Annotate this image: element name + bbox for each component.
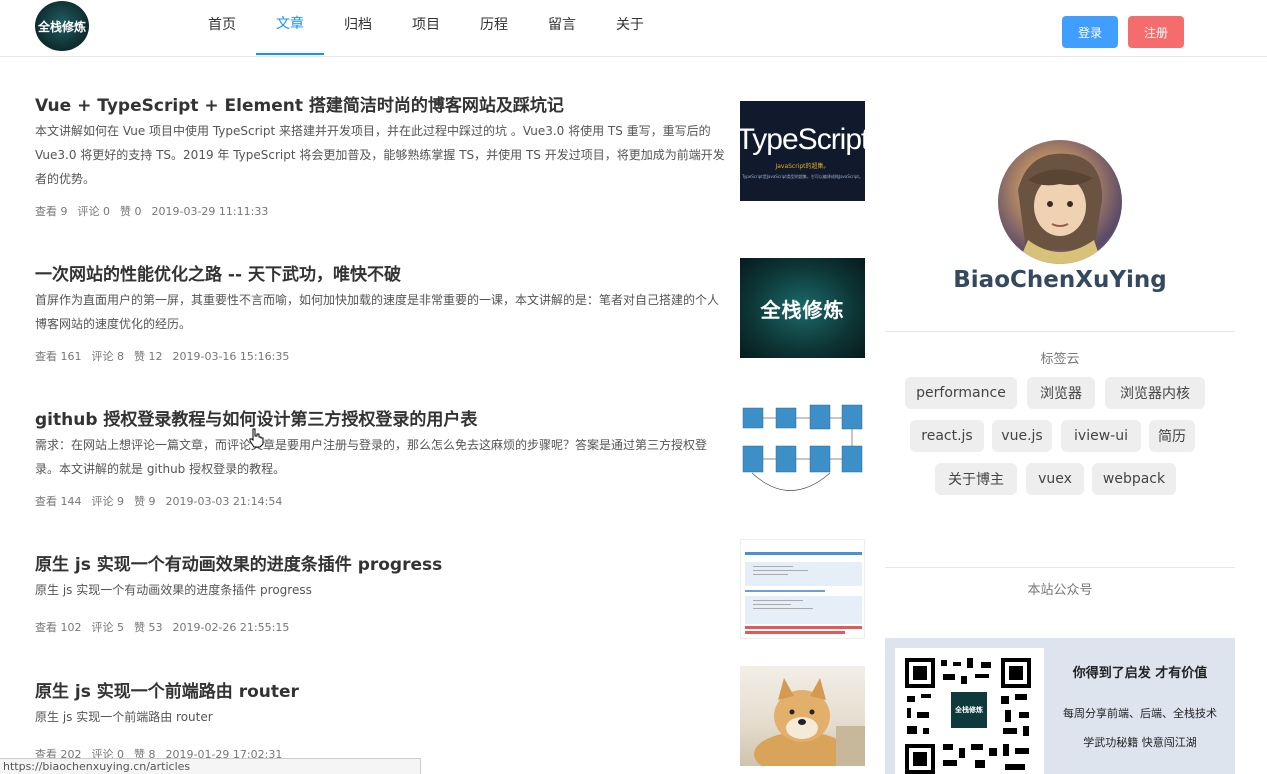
main-nav: 首页 文章 归档 项目 历程 留言 关于 <box>188 0 664 57</box>
nav-about[interactable]: 关于 <box>596 0 664 55</box>
article-title[interactable]: github 授权登录教程与如何设计第三方授权登录的用户表 <box>35 405 477 430</box>
qr-line-1: 每周分享前端、后端、全栈技术 <box>1063 707 1217 720</box>
article-meta: 查看 9 评论 0 赞 0 2019-03-29 11:11:33 <box>35 203 278 219</box>
tag-browser-kernel[interactable]: 浏览器内核 <box>1105 377 1205 409</box>
thumb-text: 全栈修炼 <box>760 297 845 322</box>
article-desc: 原生 js 实现一个有动画效果的进度条插件 progress <box>35 583 312 597</box>
article-item: 原生 js 实现一个有动画效果的进度条插件 progress 原生 js 实现一… <box>35 539 865 660</box>
like-count: 赞 0 <box>120 205 142 218</box>
view-count: 查看 144 <box>35 495 82 508</box>
comment-count: 评论 9 <box>91 495 125 508</box>
nav-timeline[interactable]: 历程 <box>460 0 528 55</box>
article-thumbnail[interactable] <box>740 393 865 493</box>
username: BiaoChenXuYing <box>953 267 1167 293</box>
view-count: 查看 161 <box>35 350 82 363</box>
article-item: Vue + TypeScript + Element 搭建简洁时尚的博客网站及踩… <box>35 91 865 221</box>
article-thumbnail[interactable]: 全栈修炼 <box>740 258 865 358</box>
article-item: 一次网站的性能优化之路 -- 天下武功，唯快不破 首屏作为直面用户的第一屏，其重… <box>35 258 865 370</box>
qr-slogan: 你得到了启发 才有价值 <box>1072 666 1208 681</box>
article-desc: 首屏作为直面用户的第一屏，其重要性不言而喻，如何加快加载的速度是非常重要的一课，… <box>35 293 720 331</box>
nav-articles[interactable]: 文章 <box>256 0 324 55</box>
official-account-title: 本站公众号 <box>1027 583 1093 598</box>
view-count: 查看 9 <box>35 205 68 218</box>
tag-about-author[interactable]: 关于博主 <box>935 463 1017 495</box>
flowchart-image <box>742 404 863 491</box>
register-button[interactable]: 注册 <box>1128 16 1184 48</box>
article-title[interactable]: 原生 js 实现一个前端路由 router <box>35 677 299 702</box>
like-count: 赞 53 <box>134 621 163 634</box>
divider <box>885 331 1235 332</box>
hand-cursor-icon <box>248 428 264 452</box>
tag-react[interactable]: react.js <box>910 420 984 452</box>
comment-count: 评论 0 <box>77 205 111 218</box>
thumb-caption: TypeScript是JavaScript类型的超集，它可以编译成纯JavaSc… <box>742 173 863 179</box>
article-meta: 查看 161 评论 8 赞 12 2019-03-16 15:16:35 <box>35 348 299 364</box>
tag-resume[interactable]: 简历 <box>1149 420 1195 452</box>
article-date: 2019-03-03 21:14:54 <box>165 495 283 508</box>
article-desc: 原生 js 实现一个前端路由 router <box>35 710 213 724</box>
like-count: 赞 12 <box>134 350 163 363</box>
article-thumbnail[interactable]: TypeScript JavaScript的超集。 TypeScript是Jav… <box>740 101 865 201</box>
thumb-title: TypeScript <box>740 122 865 156</box>
article-thumbnail[interactable] <box>740 539 865 639</box>
qr-line-2: 学武功秘籍 快意闯江湖 <box>1083 736 1197 749</box>
tag-vuex[interactable]: vuex <box>1026 463 1084 495</box>
official-account-card: 全栈修炼 你得到了启发 才有价值 每周分享前端、后端、全栈技术 学武功秘籍 快意… <box>885 638 1235 774</box>
logo-text: 全栈修炼 <box>37 19 86 34</box>
article-title[interactable]: 一次网站的性能优化之路 -- 天下武功，唯快不破 <box>35 260 401 285</box>
thumb-subtitle: JavaScript的超集。 <box>775 162 830 170</box>
like-count: 赞 9 <box>134 495 156 508</box>
tag-browser[interactable]: 浏览器 <box>1027 377 1095 409</box>
doge-image <box>754 678 865 766</box>
qr-logo-text: 全栈修炼 <box>955 706 983 714</box>
divider <box>885 567 1235 568</box>
login-button[interactable]: 登录 <box>1062 16 1118 48</box>
nav-home[interactable]: 首页 <box>188 0 256 55</box>
view-count: 查看 102 <box>35 621 82 634</box>
tag-vue[interactable]: vue.js <box>992 420 1052 452</box>
site-logo[interactable]: 全栈修炼 <box>35 1 89 51</box>
qr-code[interactable]: 全栈修炼 <box>895 648 1044 774</box>
nav-projects[interactable]: 项目 <box>392 0 460 55</box>
article-date: 2019-02-26 21:55:15 <box>172 621 290 634</box>
top-header: 全栈修炼 首页 文章 归档 项目 历程 留言 关于 登录 注册 <box>0 0 1267 57</box>
article-meta: 查看 102 评论 5 赞 53 2019-02-26 21:55:15 <box>35 619 299 635</box>
tag-cloud-title: 标签云 <box>1040 352 1080 367</box>
article-desc: 本文讲解如何在 Vue 项目中使用 TypeScript 来搭建并开发项目，并在… <box>35 124 725 186</box>
article-meta: 查看 144 评论 9 赞 9 2019-03-03 21:14:54 <box>35 493 292 509</box>
article-item: github 授权登录教程与如何设计第三方授权登录的用户表 需求：在网站上想评论… <box>35 393 865 515</box>
user-avatar[interactable] <box>998 140 1122 264</box>
nav-archive[interactable]: 归档 <box>324 0 392 55</box>
comment-count: 评论 5 <box>91 621 125 634</box>
article-thumbnail[interactable] <box>740 666 865 766</box>
tag-webpack[interactable]: webpack <box>1092 463 1176 495</box>
article-date: 2019-03-16 15:16:35 <box>172 350 290 363</box>
tag-performance[interactable]: performance <box>905 377 1017 409</box>
comment-count: 评论 8 <box>91 350 125 363</box>
article-desc: 需求：在网站上想评论一篇文章，而评论文章是要用户注册与登录的，那么怎么免去这麻烦… <box>35 438 708 476</box>
article-title[interactable]: 原生 js 实现一个有动画效果的进度条插件 progress <box>35 550 442 575</box>
article-title[interactable]: Vue + TypeScript + Element 搭建简洁时尚的博客网站及踩… <box>35 91 564 116</box>
browser-status-bar: https://biaochenxuying.cn/articles <box>0 758 421 774</box>
article-date: 2019-03-29 11:11:33 <box>151 205 269 218</box>
tag-iview-ui[interactable]: iview-ui <box>1061 420 1141 452</box>
progress-screenshot <box>745 552 862 634</box>
nav-message[interactable]: 留言 <box>528 0 596 55</box>
